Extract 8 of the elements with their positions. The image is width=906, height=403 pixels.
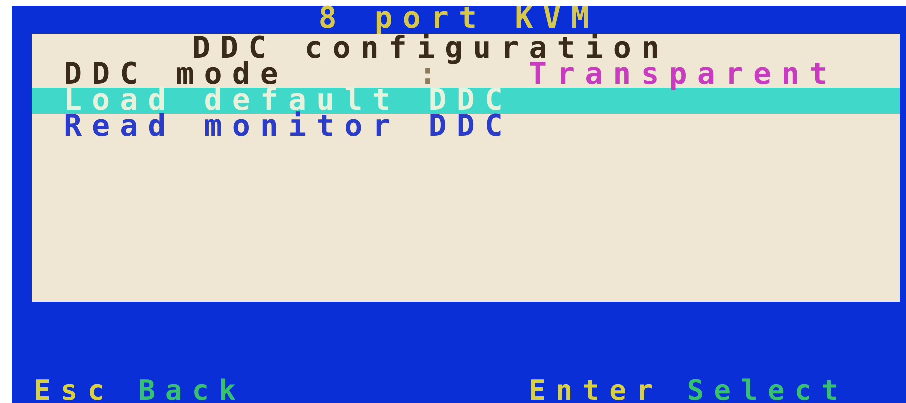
- key-label: Enter: [529, 378, 664, 403]
- key-label: Esc: [34, 378, 115, 403]
- menu-item[interactable]: Read monitor DDC: [32, 114, 900, 140]
- osd-title: 8 port KVM: [318, 6, 600, 34]
- separator: :: [419, 62, 448, 88]
- setting-label: DDC mode: [64, 62, 288, 88]
- key-action: Select: [687, 378, 848, 403]
- key-action: Back: [138, 378, 246, 403]
